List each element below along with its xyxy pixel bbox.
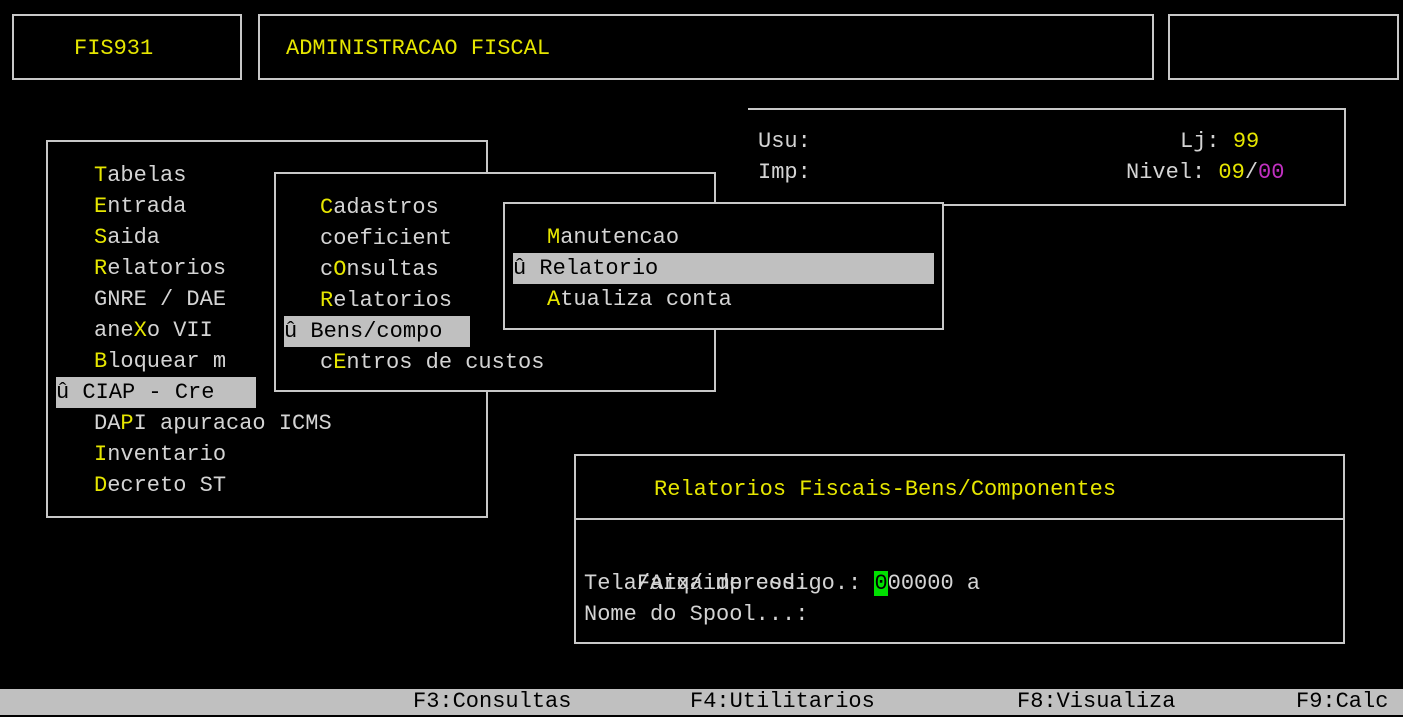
- usu-label: Usu:: [758, 129, 811, 154]
- nivel-field: Nivel: 09/00: [1126, 157, 1284, 188]
- f8-visualiza-key[interactable]: F8:Visualiza: [1017, 687, 1175, 717]
- menu-item-decreto-st[interactable]: Decreto ST: [94, 470, 226, 501]
- submenu-item-consultas[interactable]: cOnsultas: [320, 254, 439, 285]
- tela-label: Tela/Arq/impress:: [584, 571, 809, 596]
- f9-calc-key[interactable]: F9:Calc: [1296, 687, 1388, 717]
- faixa-start-input[interactable]: 00000: [888, 571, 954, 596]
- f3-consultas-key[interactable]: F3:Consultas: [413, 687, 571, 717]
- menu-item-relatorios[interactable]: Relatorios: [94, 253, 226, 284]
- submenu-item-centros-custos[interactable]: cEntros de custos: [320, 347, 544, 378]
- menu-item-inventario[interactable]: Inventario: [94, 439, 226, 470]
- menu-item-entrada[interactable]: Entrada: [94, 191, 186, 222]
- user-info-box: Usu: Imp: Lj: 99 Nivel: 09/00: [748, 108, 1346, 206]
- program-code: FIS931: [74, 36, 154, 61]
- submenu-item-cadastros[interactable]: Cadastros: [320, 192, 439, 223]
- program-title-box: ADMINISTRACAO FISCAL: [258, 14, 1154, 80]
- submenu3-item-relatorio[interactable]: û Relatorio: [513, 253, 934, 284]
- nivel-value-b: 00: [1258, 160, 1285, 185]
- menu-item-gnre-dae[interactable]: GNRE / DAE: [94, 284, 226, 315]
- menu-item-anexo-vii[interactable]: aneXo VII: [94, 315, 213, 346]
- faixa-cursor[interactable]: 0: [874, 571, 888, 596]
- nivel-value-a: 09: [1218, 160, 1245, 185]
- report-dialog: Relatorios Fiscais-Bens/Componentes Faix…: [574, 454, 1345, 644]
- lj-label: Lj:: [1180, 129, 1220, 154]
- imp-label: Imp:: [758, 160, 811, 185]
- selection-marker: û: [284, 319, 298, 344]
- menu-item-tabelas[interactable]: Tabelas: [94, 160, 186, 191]
- nivel-label: Nivel:: [1126, 160, 1206, 185]
- menu-item-dapi[interactable]: DAPI apuracao ICMS: [94, 408, 332, 439]
- submenu-item-bens-compo[interactable]: û Bens/compo: [284, 316, 470, 347]
- dialog-title: Relatorios Fiscais-Bens/Componentes: [654, 477, 1117, 502]
- nivel-sep: /: [1244, 160, 1259, 185]
- selection-marker: û: [513, 256, 527, 281]
- dialog-divider: [576, 518, 1343, 520]
- lj-value: 99: [1232, 129, 1260, 154]
- faixa-row: Faixa de codigo.: 000000 a: [584, 537, 980, 596]
- header-right-box: [1168, 14, 1399, 80]
- program-title: ADMINISTRACAO FISCAL: [286, 36, 551, 61]
- menu-item-saida[interactable]: Saida: [94, 222, 160, 253]
- spool-label: Nome do Spool...:: [584, 602, 809, 627]
- submenu-item-relatorios[interactable]: Relatorios: [320, 285, 452, 316]
- menu-item-ciap[interactable]: û CIAP - Cre: [56, 377, 256, 408]
- submenu3-item-manutencao[interactable]: Manutencao: [547, 222, 679, 253]
- f4-utilitarios-key[interactable]: F4:Utilitarios: [690, 687, 875, 717]
- menu-item-bloquear[interactable]: Bloquear m: [94, 346, 226, 377]
- selection-marker: û: [56, 380, 70, 405]
- faixa-to-label: a: [966, 571, 981, 596]
- submenu-item-coeficient[interactable]: coeficient: [320, 223, 452, 254]
- bens-submenu: Manutencao û Relatorio Atualiza conta: [503, 202, 944, 330]
- function-key-bar: F3:Consultas F4:Utilitarios F8:Visualiza…: [0, 689, 1403, 715]
- program-code-box: FIS931: [12, 14, 242, 80]
- submenu3-item-atualiza-conta[interactable]: Atualiza conta: [547, 284, 732, 315]
- lj-field: Lj: 99: [1180, 126, 1259, 157]
